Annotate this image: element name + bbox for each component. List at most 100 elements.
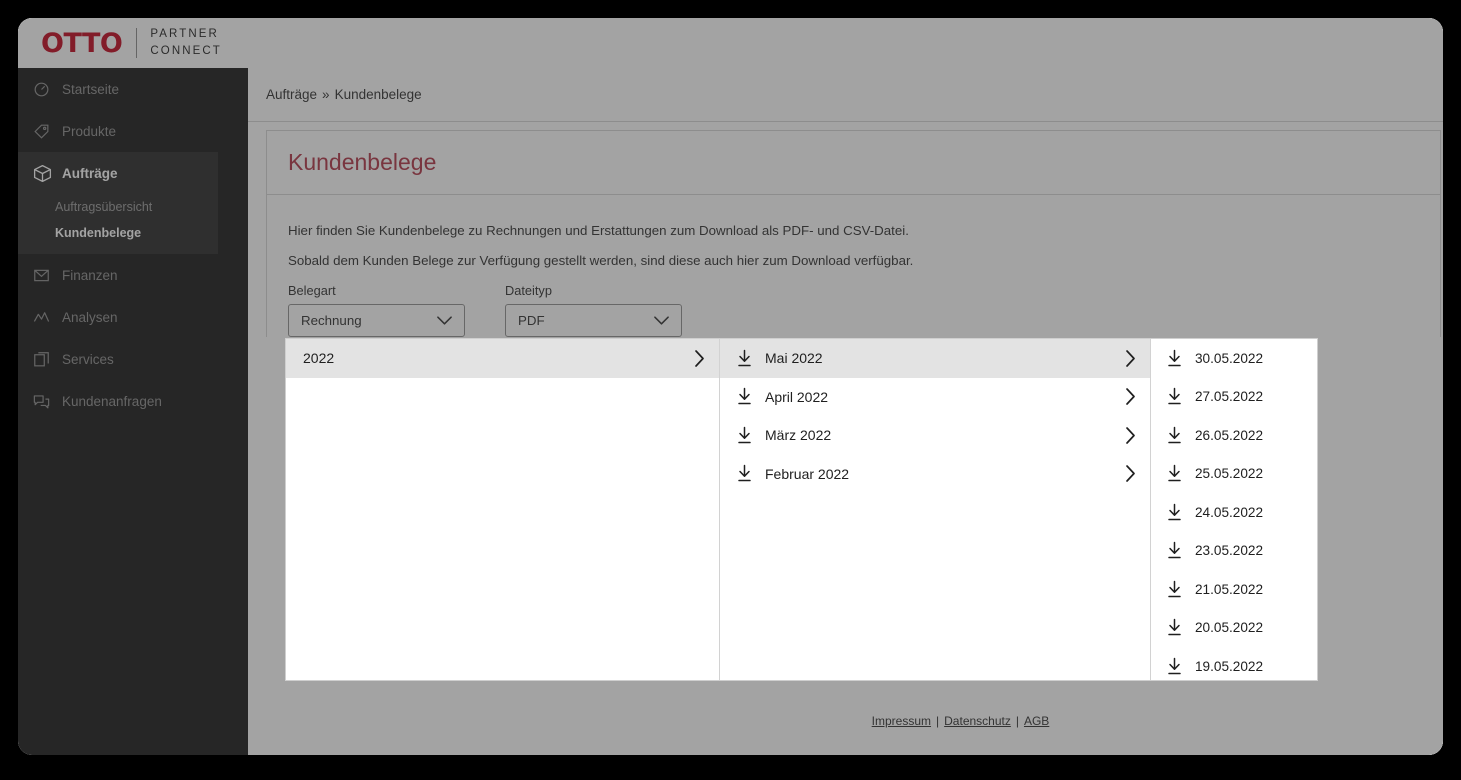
content-card: Kundenbelege Hier finden Sie Kundenbeleg… (266, 130, 1441, 337)
envelope-euro-icon (32, 266, 62, 285)
browser-column-days[interactable]: 30.05.2022 27.05.2022 26.05.2022 (1151, 339, 1317, 680)
sidebar-item-auftragsuebersicht[interactable]: Auftragsübersicht (18, 194, 218, 220)
day-row[interactable]: 26.05.2022 (1151, 416, 1317, 455)
sidebar-item-analysen[interactable]: Analysen (18, 296, 248, 338)
footer-link-agb[interactable]: AGB (1024, 714, 1049, 728)
day-label: 23.05.2022 (1195, 543, 1303, 558)
chat-icon (32, 392, 62, 411)
sidebar-label-produkte: Produkte (62, 124, 116, 139)
day-label: 24.05.2022 (1195, 505, 1303, 520)
month-label: März 2022 (765, 427, 1120, 443)
chevron-right-icon (1120, 426, 1136, 445)
download-icon[interactable] (1167, 580, 1195, 599)
download-icon[interactable] (1167, 541, 1195, 560)
sidebar-item-kundenanfragen[interactable]: Kundenanfragen (18, 380, 248, 422)
brand-sub-line2: CONNECT (150, 45, 222, 57)
select-belegart[interactable]: Rechnung (288, 304, 465, 337)
day-label: 27.05.2022 (1195, 389, 1303, 404)
chevron-right-icon (1120, 387, 1136, 406)
sidebar-item-auftraege[interactable]: Aufträge (18, 152, 218, 194)
download-icon[interactable] (1167, 618, 1195, 637)
filter-bar: Belegart Rechnung Da (288, 283, 1419, 337)
day-row[interactable]: 20.05.2022 (1151, 609, 1317, 648)
day-label: 20.05.2022 (1195, 620, 1303, 635)
day-row[interactable]: 19.05.2022 (1151, 647, 1317, 680)
day-row[interactable]: 24.05.2022 (1151, 493, 1317, 532)
sidebar-group-auftraege: Aufträge Auftragsübersicht Kundenbelege (18, 152, 218, 254)
download-icon[interactable] (737, 349, 765, 368)
month-label: Februar 2022 (765, 466, 1120, 482)
download-icon[interactable] (1167, 503, 1195, 522)
download-icon[interactable] (737, 464, 765, 483)
chart-line-icon (32, 308, 62, 327)
tag-icon (32, 122, 62, 141)
month-row-mai[interactable]: Mai 2022 (720, 339, 1150, 378)
sidebar-label-services: Services (62, 352, 114, 367)
services-icon (32, 350, 62, 369)
filter-label-belegart: Belegart (288, 283, 465, 298)
sidebar: Startseite Produkte Aufträg (18, 68, 248, 755)
partner-connect-label: PARTNER CONNECT (150, 26, 222, 59)
select-belegart-value: Rechnung (301, 313, 362, 328)
download-icon[interactable] (1167, 657, 1195, 676)
month-row-april[interactable]: April 2022 (720, 378, 1150, 417)
logo-divider (136, 28, 137, 58)
sidebar-item-kundenbelege[interactable]: Kundenbelege (18, 220, 218, 246)
chevron-right-icon (1120, 349, 1136, 368)
download-icon[interactable] (737, 387, 765, 406)
footer-separator: | (936, 714, 939, 728)
sidebar-item-finanzen[interactable]: Finanzen (18, 254, 248, 296)
select-dateityp-value: PDF (518, 313, 545, 328)
download-icon[interactable] (1167, 426, 1195, 445)
year-row-2022[interactable]: 2022 (286, 339, 719, 378)
page-title: Kundenbelege (288, 149, 436, 176)
download-icon[interactable] (1167, 464, 1195, 483)
month-row-maerz[interactable]: März 2022 (720, 416, 1150, 455)
sidebar-item-services[interactable]: Services (18, 338, 248, 380)
sidebar-label-auftragsuebersicht: Auftragsübersicht (55, 200, 152, 214)
day-row[interactable]: 23.05.2022 (1151, 532, 1317, 571)
breadcrumb: Aufträge » Kundenbelege (248, 68, 1443, 122)
filter-label-dateityp: Dateityp (505, 283, 682, 298)
select-dateityp[interactable]: PDF (505, 304, 682, 337)
download-icon[interactable] (1167, 349, 1195, 368)
sidebar-label-startseite: Startseite (62, 82, 119, 97)
chevron-down-icon (653, 315, 670, 326)
day-row[interactable]: 25.05.2022 (1151, 455, 1317, 494)
day-label: 21.05.2022 (1195, 582, 1303, 597)
application-window: OTTO PARTNER CONNECT Startseite (18, 18, 1443, 755)
month-label: April 2022 (765, 389, 1120, 405)
day-row[interactable]: 30.05.2022 (1151, 339, 1317, 378)
chevron-down-icon (436, 315, 453, 326)
breadcrumb-current: Kundenbelege (335, 87, 422, 102)
footer-link-datenschutz[interactable]: Datenschutz (944, 714, 1011, 728)
day-label: 26.05.2022 (1195, 428, 1303, 443)
box-icon (32, 163, 62, 184)
month-row-februar[interactable]: Februar 2022 (720, 455, 1150, 494)
footer-link-impressum[interactable]: Impressum (872, 714, 931, 728)
day-row[interactable]: 27.05.2022 (1151, 378, 1317, 417)
card-body: Hier finden Sie Kundenbelege zu Rechnung… (267, 195, 1440, 337)
breadcrumb-separator: » (322, 87, 330, 102)
otto-logo: OTTO (41, 30, 122, 57)
day-row[interactable]: 21.05.2022 (1151, 570, 1317, 609)
gauge-icon (32, 80, 62, 99)
day-label: 25.05.2022 (1195, 466, 1303, 481)
sidebar-label-kundenbelege: Kundenbelege (55, 226, 141, 240)
intro-text-line1: Hier finden Sie Kundenbelege zu Rechnung… (288, 223, 1419, 238)
filter-dateityp: Dateityp PDF (505, 283, 682, 337)
sidebar-label-auftraege: Aufträge (62, 166, 118, 181)
sidebar-item-startseite[interactable]: Startseite (18, 68, 248, 110)
document-browser: 2022 Mai 2022 (285, 338, 1318, 681)
sidebar-item-produkte[interactable]: Produkte (18, 110, 248, 152)
download-icon[interactable] (737, 426, 765, 445)
breadcrumb-parent[interactable]: Aufträge (266, 87, 317, 102)
year-label: 2022 (303, 350, 689, 366)
download-icon[interactable] (1167, 387, 1195, 406)
intro-text-line2: Sobald dem Kunden Belege zur Verfügung g… (288, 253, 1419, 268)
footer: Impressum | Datenschutz | AGB (478, 700, 1443, 755)
chevron-right-icon (1120, 464, 1136, 483)
month-label: Mai 2022 (765, 350, 1120, 366)
day-label: 19.05.2022 (1195, 659, 1303, 674)
sidebar-label-finanzen: Finanzen (62, 268, 118, 283)
